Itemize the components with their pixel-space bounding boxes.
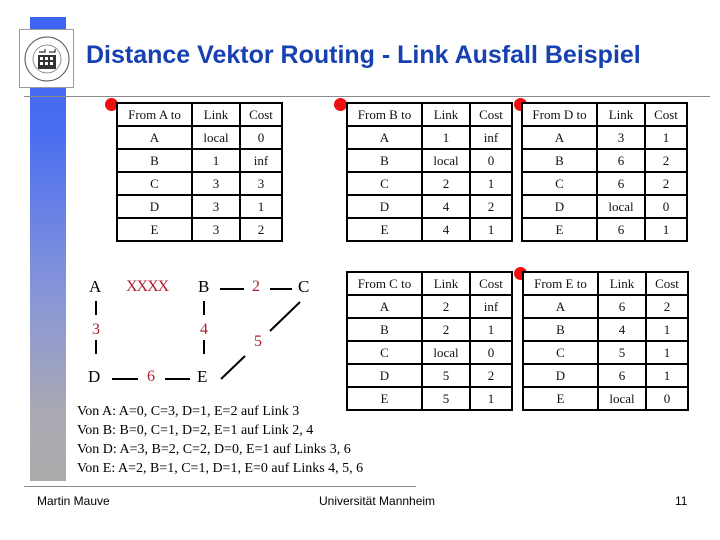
update-line-d: Von D: A=3, B=2, C=2, D=0, E=1 auf Links… xyxy=(77,442,351,457)
link-5-segment xyxy=(220,355,246,380)
footer-author: Martin Mauve xyxy=(37,494,110,508)
footer-institution: Universität Mannheim xyxy=(319,494,436,508)
footer-divider xyxy=(24,486,416,487)
update-line-a: Von A: A=0, C=3, D=1, E=2 auf Link 3 xyxy=(77,404,300,419)
routing-updates: Von A: A=0, C=3, D=1, E=2 auf Link 3 Von… xyxy=(77,402,363,478)
page-number: 11 xyxy=(675,494,688,508)
update-line-b: Von B: B=0, C=1, D=2, E=1 auf Link 2, 4 xyxy=(77,423,314,438)
update-line-e: Von E: A=2, B=1, C=1, D=1, E=0 auf Links… xyxy=(77,461,364,476)
link-5-segment xyxy=(269,301,301,332)
